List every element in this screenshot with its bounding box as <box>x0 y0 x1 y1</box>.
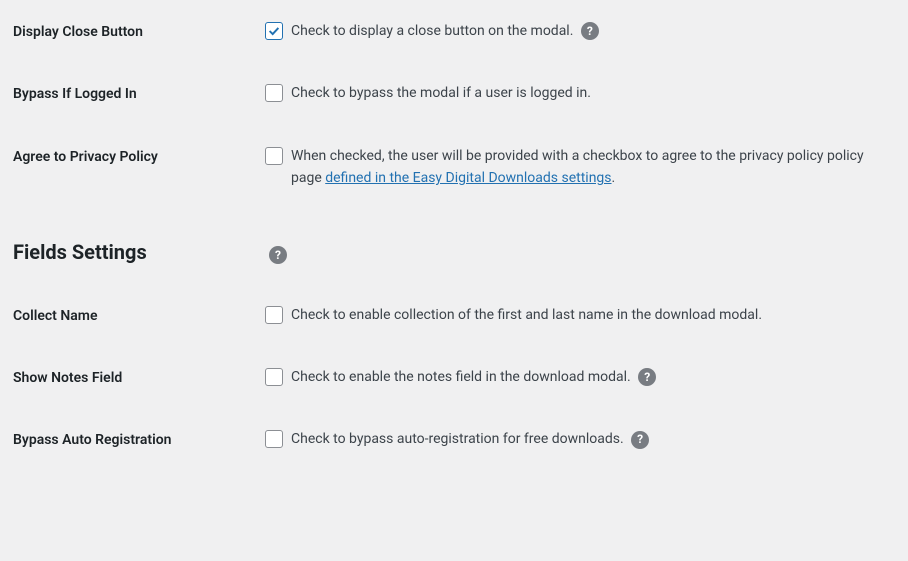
desc-display-close-button: Check to display a close button on the m… <box>291 20 599 42</box>
check-icon <box>267 24 281 38</box>
checkbox-collect-name[interactable] <box>265 306 283 324</box>
label-privacy-policy: Agree to Privacy Policy <box>0 145 265 165</box>
help-icon[interactable]: ? <box>581 22 599 40</box>
row-collect-name: Collect Name Check to enable collection … <box>0 284 908 346</box>
control-privacy-policy: When checked, the user will be provided … <box>265 145 908 190</box>
label-show-notes: Show Notes Field <box>0 366 265 386</box>
desc-bypass-auto-registration: Check to bypass auto-registration for fr… <box>291 428 649 450</box>
checkbox-privacy-policy[interactable] <box>265 147 283 165</box>
row-display-close-button: Display Close Button Check to display a … <box>0 0 908 62</box>
help-icon[interactable]: ? <box>631 431 649 449</box>
desc-text: Check to bypass auto-registration for fr… <box>291 431 624 447</box>
desc-text: Check to enable the notes field in the d… <box>291 369 631 385</box>
row-privacy-policy: Agree to Privacy Policy When checked, th… <box>0 125 908 210</box>
privacy-settings-link[interactable]: defined in the Easy Digital Downloads se… <box>325 170 611 186</box>
control-collect-name: Check to enable collection of the first … <box>265 304 908 326</box>
label-collect-name: Collect Name <box>0 304 265 324</box>
row-fields-settings-heading: Fields Settings ? <box>0 210 908 284</box>
checkbox-display-close-button[interactable] <box>265 22 283 40</box>
desc-bypass-logged-in: Check to bypass the modal if a user is l… <box>291 82 591 104</box>
label-bypass-auto-registration: Bypass Auto Registration <box>0 428 265 448</box>
row-bypass-logged-in: Bypass If Logged In Check to bypass the … <box>0 62 908 124</box>
help-icon[interactable]: ? <box>638 368 656 386</box>
desc-post: . <box>612 170 616 186</box>
label-display-close-button: Display Close Button <box>0 20 265 40</box>
fields-settings-heading: Fields Settings <box>0 240 265 264</box>
settings-form: Display Close Button Check to display a … <box>0 0 908 471</box>
desc-privacy-policy: When checked, the user will be provided … <box>291 145 893 190</box>
row-show-notes: Show Notes Field Check to enable the not… <box>0 346 908 408</box>
label-bypass-logged-in: Bypass If Logged In <box>0 82 265 102</box>
control-display-close-button: Check to display a close button on the m… <box>265 20 908 42</box>
row-bypass-auto-registration: Bypass Auto Registration Check to bypass… <box>0 408 908 470</box>
help-icon[interactable]: ? <box>269 246 287 264</box>
checkbox-bypass-auto-registration[interactable] <box>265 430 283 448</box>
fields-settings-help-wrap: ? <box>265 240 908 264</box>
control-bypass-auto-registration: Check to bypass auto-registration for fr… <box>265 428 908 450</box>
checkbox-bypass-logged-in[interactable] <box>265 84 283 102</box>
control-show-notes: Check to enable the notes field in the d… <box>265 366 908 388</box>
desc-collect-name: Check to enable collection of the first … <box>291 304 762 326</box>
control-bypass-logged-in: Check to bypass the modal if a user is l… <box>265 82 908 104</box>
checkbox-show-notes[interactable] <box>265 368 283 386</box>
desc-show-notes: Check to enable the notes field in the d… <box>291 366 656 388</box>
desc-text: Check to display a close button on the m… <box>291 23 573 39</box>
